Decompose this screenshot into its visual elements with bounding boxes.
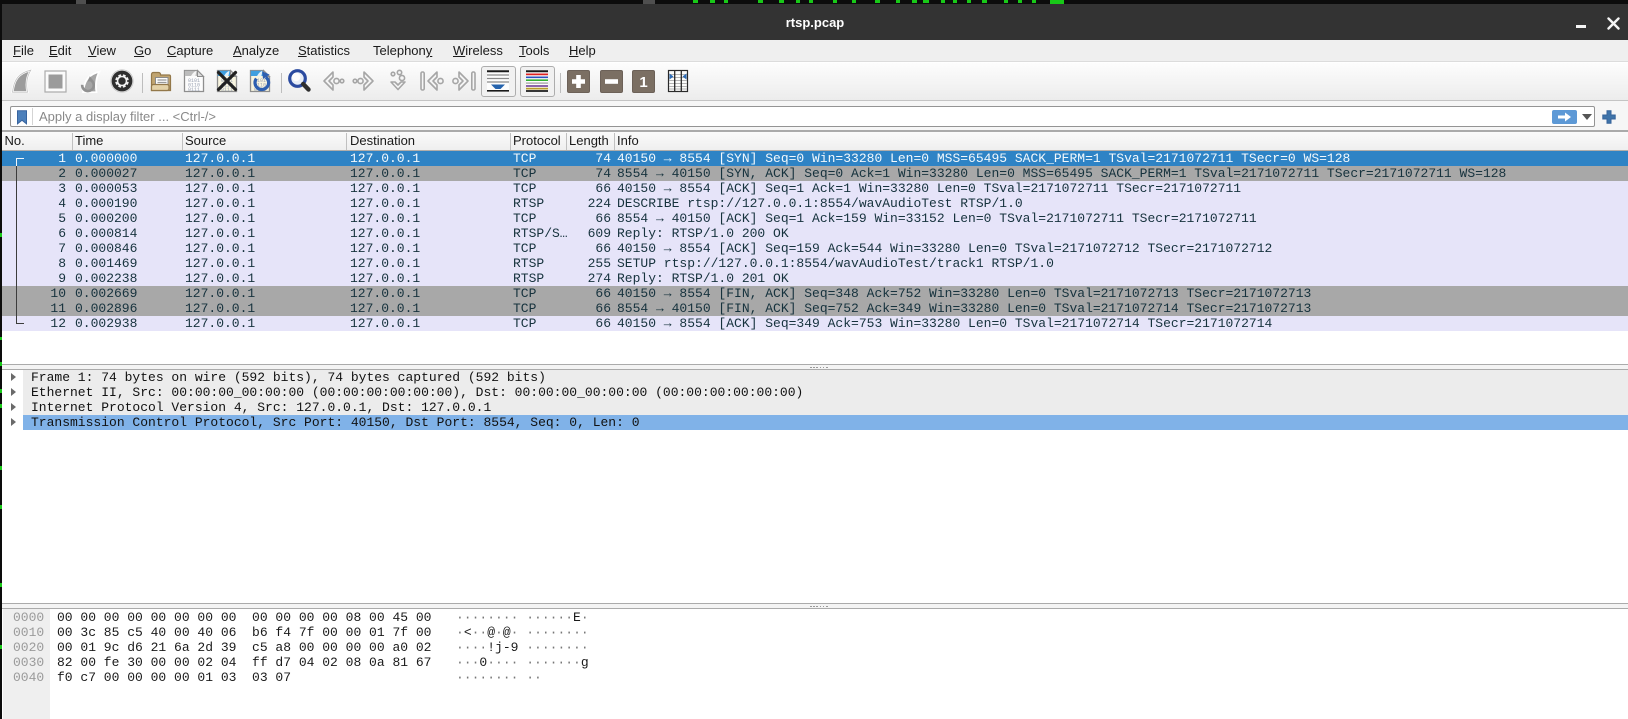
svg-text:0111: 0111 — [221, 87, 233, 93]
svg-text:1: 1 — [639, 74, 647, 91]
svg-text:0111: 0111 — [188, 87, 200, 93]
